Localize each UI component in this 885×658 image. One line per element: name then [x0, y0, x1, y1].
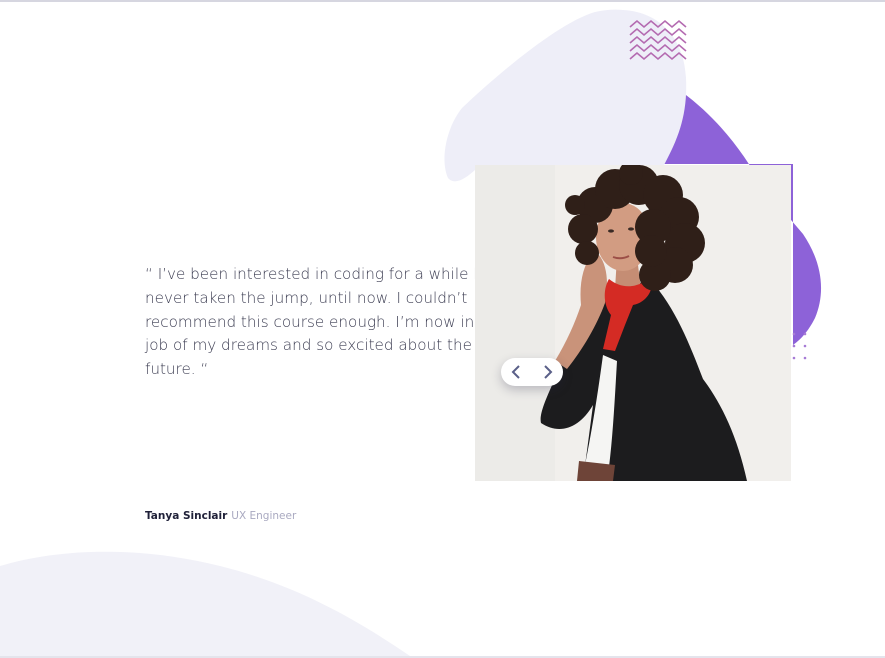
portrait-illustration [475, 165, 791, 481]
light-blob-shape [444, 9, 687, 182]
next-button[interactable] [532, 358, 563, 386]
chevron-right-icon [544, 365, 553, 379]
author-role: UX Engineer [231, 510, 297, 522]
testimonial-quote: “ I’ve been interested in coding for a w… [145, 265, 505, 379]
testimonial-photo [475, 165, 791, 481]
testimonial-author: Tanya Sinclair UX Engineer [145, 509, 296, 523]
bottom-curve-shape [0, 551, 410, 656]
slider-controls [501, 358, 563, 386]
author-name: Tanya Sinclair [145, 510, 228, 522]
previous-button[interactable] [501, 358, 532, 386]
chevron-left-icon [511, 365, 520, 379]
